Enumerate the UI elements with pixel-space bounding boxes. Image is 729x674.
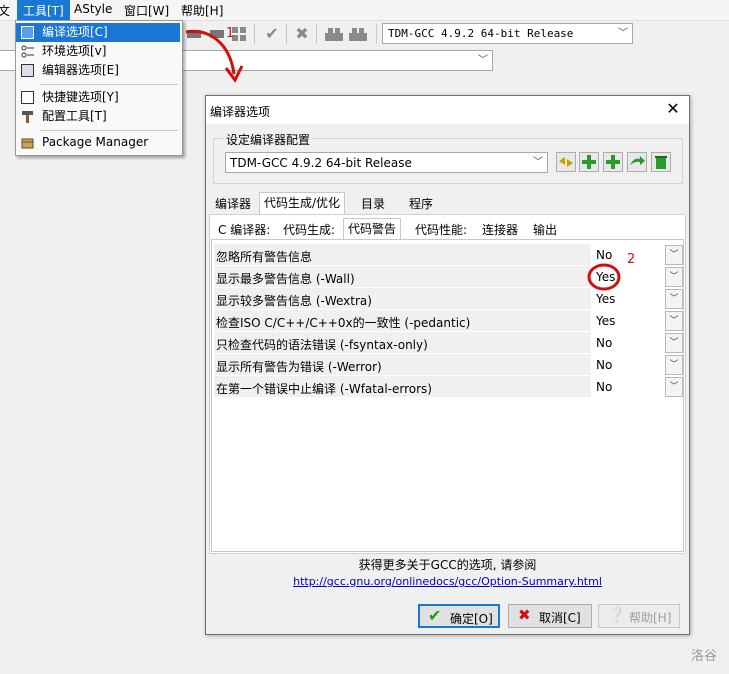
tab-directories[interactable]: 目录 (357, 194, 389, 214)
option-value[interactable]: No (596, 248, 612, 262)
option-label: 在第一个错误中止编译 (-Wfatal-errors) (216, 382, 432, 396)
compiler-config-label: 设定编译器配置 (224, 131, 313, 148)
annotation-step-1: 1 (226, 26, 235, 41)
editor-options-icon (21, 64, 34, 77)
cancel-button[interactable]: ✖ 取消[C] (508, 604, 592, 628)
option-label: 忽略所有警告信息 (216, 250, 313, 264)
cross-icon[interactable]: ✖ (292, 24, 312, 44)
compiler-config-value: TDM-GCC 4.9.2 64-bit Release (230, 156, 412, 170)
subtab-output[interactable]: 输出 (529, 220, 561, 240)
option-row: 检查ISO C/C++/C++0x的一致性 (-pedantic) Yes ﹀ (214, 310, 683, 332)
cross-icon: ✖ (518, 606, 531, 624)
subtab-linker[interactable]: 连接器 (478, 220, 522, 240)
option-value[interactable]: Yes (596, 292, 615, 306)
option-label: 显示最多警告信息 (-Wall) (216, 272, 355, 286)
export-config-button[interactable] (627, 152, 647, 172)
dialog-title: 编译器选项 (210, 105, 271, 119)
option-label: 检查ISO C/C++/C++0x的一致性 (-pedantic) (216, 316, 471, 330)
watermark: 洛谷 (690, 649, 717, 664)
menu-tools[interactable]: 工具[T] (17, 0, 70, 21)
toolbar-separator (316, 24, 317, 44)
chevron-down-icon[interactable]: ﹀ (665, 267, 683, 287)
trash-icon (655, 156, 667, 169)
add-config-button[interactable] (579, 152, 599, 172)
menu-item-package-manager[interactable]: Package Manager (16, 133, 180, 152)
subtab-code-warnings[interactable]: 代码警告 (343, 218, 402, 240)
chevron-down-icon[interactable]: ﹀ (665, 311, 683, 331)
help-button[interactable]: ❔ 帮助[H] (598, 604, 680, 628)
tab-compiler[interactable]: 编译器 (211, 194, 255, 214)
close-icon[interactable]: ✕ (663, 99, 683, 119)
menu-item-configure-tools[interactable]: 配置工具[T] (16, 107, 180, 126)
annotation-step-2: 2 (627, 252, 636, 267)
option-value[interactable]: No (596, 380, 612, 394)
check-icon: ✔ (428, 606, 442, 625)
compiler-select-value: TDM-GCC 4.9.2 64-bit Release (388, 27, 574, 40)
debug-icon[interactable] (324, 24, 344, 44)
menu-astyle[interactable]: AStyle (74, 2, 112, 16)
plus-icon (582, 155, 596, 169)
option-row: 在第一个错误中止编译 (-Wfatal-errors) No ﹀ (214, 376, 683, 398)
compiler-options-dialog: 编译器选项 ✕ 设定编译器配置 TDM-GCC 4.9.2 64-bit Rel… (205, 95, 690, 635)
option-value[interactable]: Yes (596, 314, 615, 328)
more-info-text: 获得更多关于GCC的选项, 请参阅 (358, 558, 537, 572)
menu-item-environment-options[interactable]: 环境选项[v] (16, 42, 180, 61)
menu-window[interactable]: 窗口[W] (124, 2, 169, 19)
gcc-options-link[interactable]: http://gcc.gnu.org/onlinedocs/gcc/Option… (206, 575, 689, 588)
option-row: 显示所有警告为错误 (-Werror) No ﹀ (214, 354, 683, 376)
shortcut-options-icon (21, 91, 34, 104)
chevron-down-icon[interactable]: ﹀ (665, 333, 683, 353)
configure-tools-icon (21, 110, 34, 123)
plus-icon (606, 155, 620, 169)
chevron-down-icon[interactable]: ﹀ (665, 289, 683, 309)
compiler-select[interactable]: TDM-GCC 4.9.2 64-bit Release ﹀ (382, 23, 633, 44)
option-label: 显示较多警告信息 (-Wextra) (216, 294, 372, 308)
toolbar-separator (254, 24, 255, 44)
environment-options-icon (21, 45, 34, 58)
chevron-down-icon[interactable]: ﹀ (665, 245, 683, 265)
dialog-titlebar: 编译器选项 ✕ (206, 96, 689, 124)
compiler-config-select[interactable]: TDM-GCC 4.9.2 64-bit Release ﹀ (225, 152, 548, 173)
compiler-options-icon (21, 26, 34, 39)
menu-item-editor-options[interactable]: 编辑器选项[E] (16, 61, 180, 80)
subtab-code-profiling[interactable]: 代码性能: (411, 220, 471, 240)
ok-button[interactable]: ✔ 确定[O] (418, 604, 500, 628)
menubar: 文 工具[T] AStyle 窗口[W] 帮助[H] (0, 0, 729, 21)
tab-codegen-optimization[interactable]: 代码生成/优化 (259, 192, 346, 215)
menu-item-shortcut-options[interactable]: 快捷键选项[Y] (16, 88, 180, 107)
menu-file[interactable]: 文 (0, 2, 10, 19)
arrow-right-icon (630, 156, 645, 165)
menu-separator (40, 84, 178, 85)
chevron-down-icon[interactable]: ﹀ (665, 377, 683, 397)
menu-help[interactable]: 帮助[H] (181, 2, 223, 19)
chevron-down-icon: ﹀ (478, 55, 488, 66)
menu-separator (40, 130, 178, 131)
option-value[interactable]: No (596, 336, 612, 350)
delete-config-button[interactable] (651, 152, 671, 172)
annotation-arrow-icon (185, 29, 244, 83)
rename-config-button[interactable] (556, 152, 576, 172)
rename-icon (559, 157, 573, 167)
menu-item-compiler-options[interactable]: 编译选项[C] (16, 23, 180, 42)
tools-menu: 编译选项[C] 环境选项[v] 编辑器选项[E] 快捷键选项[Y] 配置工具[T… (15, 20, 183, 156)
add-config-copy-button[interactable] (603, 152, 623, 172)
subtab-codegen[interactable]: 代码生成: (279, 220, 339, 240)
chevron-down-icon[interactable]: ﹀ (665, 355, 683, 375)
chevron-down-icon: ﹀ (618, 28, 628, 39)
option-label: 显示所有警告为错误 (-Werror) (216, 360, 382, 374)
tab-programs[interactable]: 程序 (405, 194, 437, 214)
toolbar-separator (376, 24, 377, 44)
option-value[interactable]: No (596, 358, 612, 372)
toolbar-separator (286, 24, 287, 44)
check-icon[interactable]: ✔ (262, 24, 282, 44)
option-label: 只检查代码的语法错误 (-fsyntax-only) (216, 338, 428, 352)
subtab-c-compiler[interactable]: C 编译器: (214, 220, 274, 240)
debug-stop-icon[interactable] (348, 24, 368, 44)
help-icon: ❔ (608, 607, 626, 623)
annotation-circle-icon (587, 263, 621, 291)
option-row: 只检查代码的语法错误 (-fsyntax-only) No ﹀ (214, 332, 683, 354)
package-manager-icon (21, 136, 34, 149)
chevron-down-icon: ﹀ (533, 157, 543, 168)
